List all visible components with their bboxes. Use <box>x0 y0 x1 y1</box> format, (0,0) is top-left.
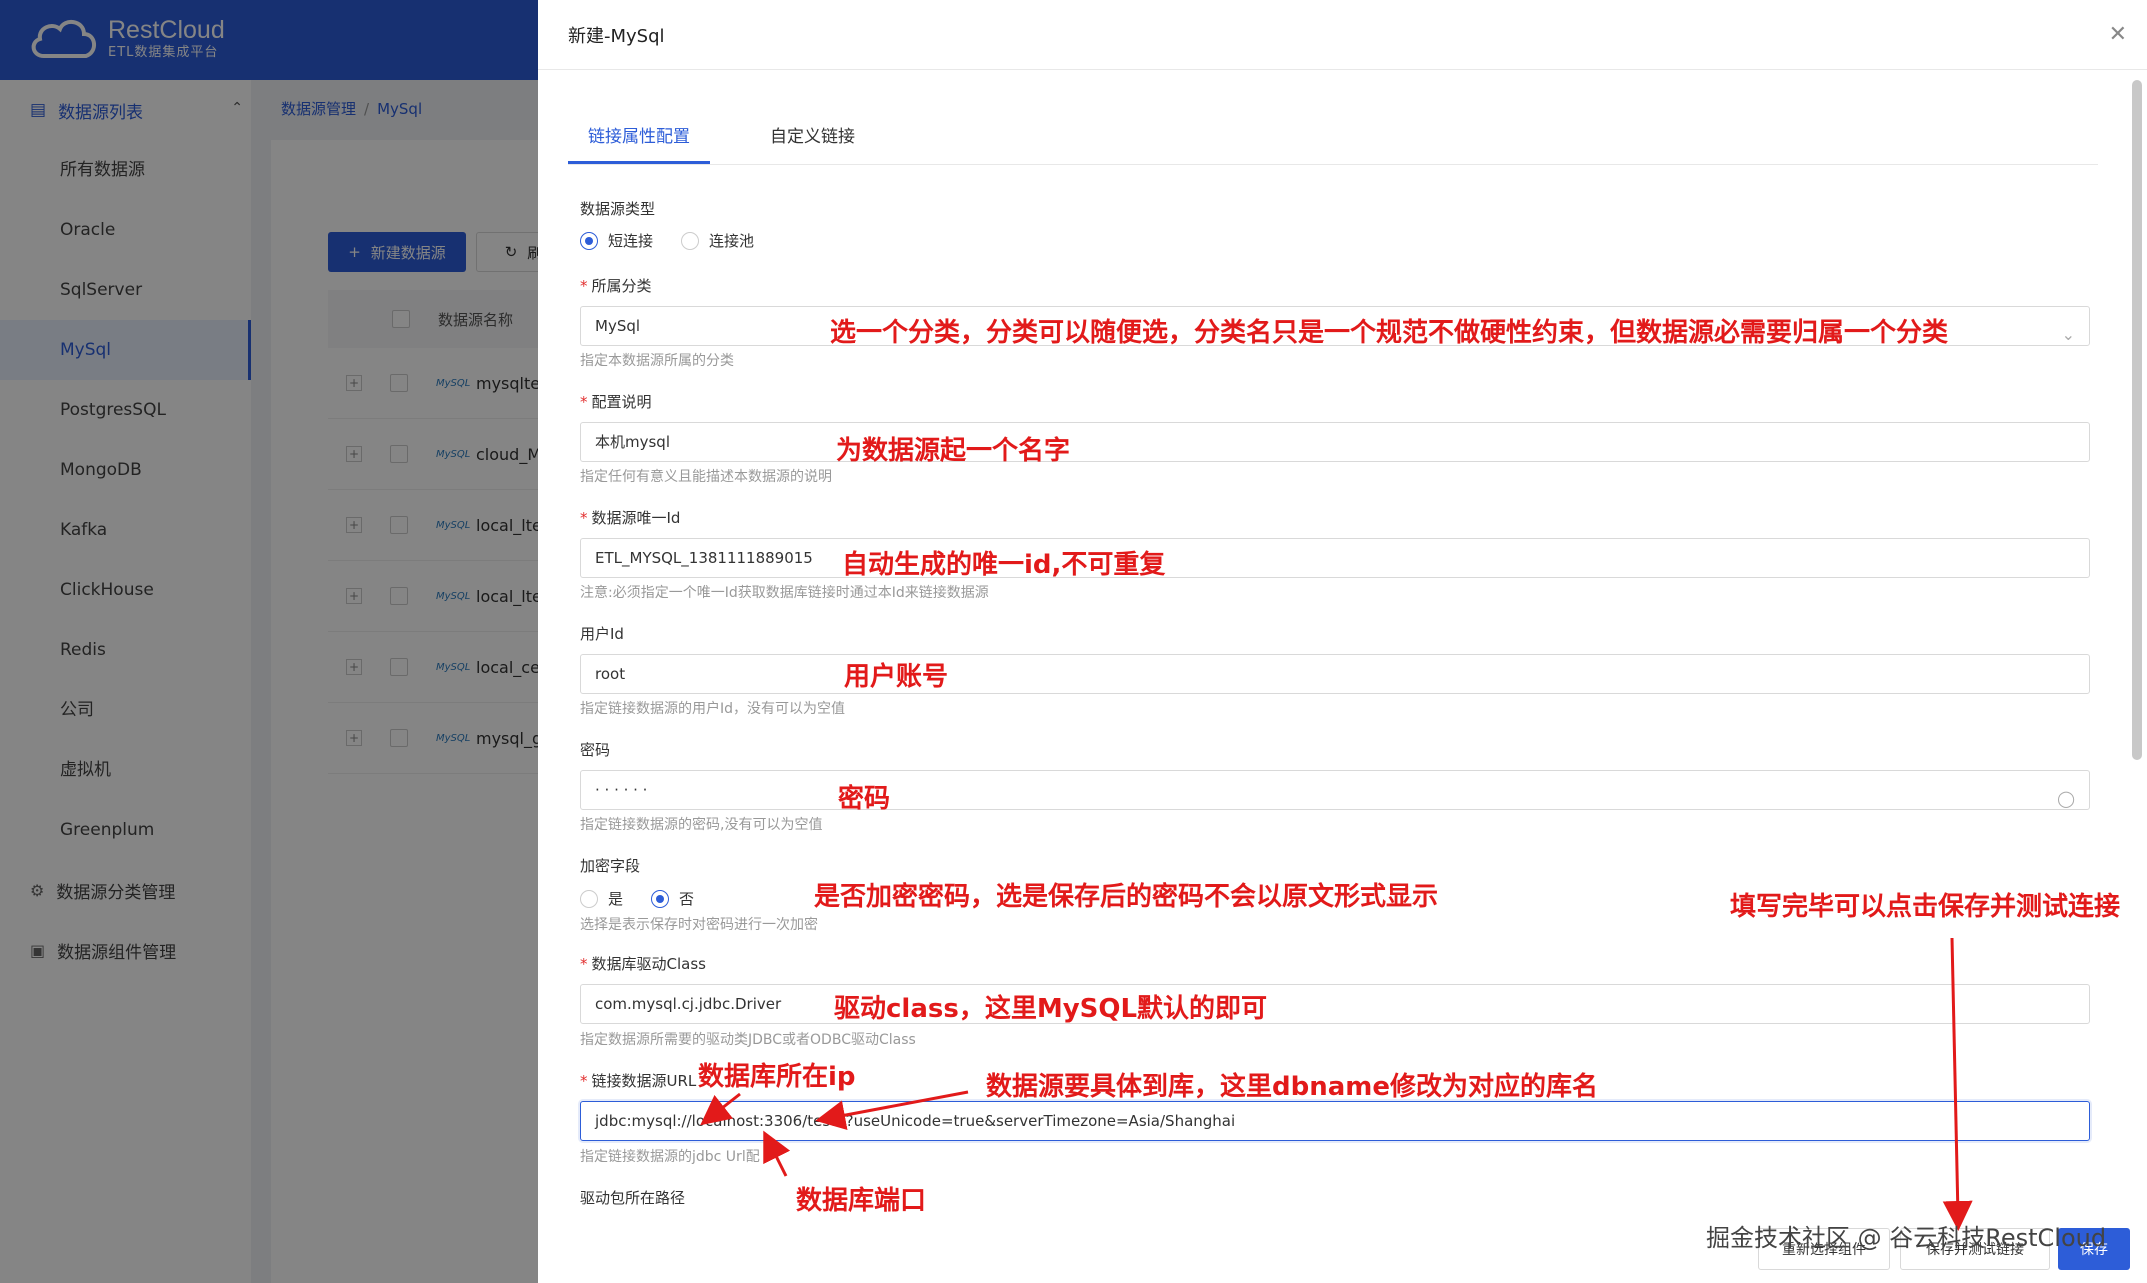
driver-help: 指定数据源所需要的驱动类JDBC或者ODBC驱动Class <box>580 1032 916 1048</box>
driver-label: * 数据库驱动Class <box>580 955 706 973</box>
encrypt-help: 选择是表示保存时对密码进行一次加密 <box>580 917 818 933</box>
desc-label: * 配置说明 <box>580 393 652 411</box>
type-label: 数据源类型 <box>580 200 656 218</box>
category-help: 指定本数据源所属的分类 <box>580 353 734 369</box>
annotation-user: 用户账号 <box>844 662 949 692</box>
url-label-text: 链接数据源URL <box>591 1072 697 1090</box>
radio-encrypt-yes[interactable] <box>580 889 598 908</box>
drawer-header: 新建-MySql ✕ <box>538 0 2147 70</box>
annotation-encrypt: 是否加密密码，选是保存后的密码不会以原文形式显示 <box>814 882 1439 912</box>
id-label-text: 数据源唯一Id <box>591 509 681 527</box>
id-input[interactable]: ETL_MYSQL_1381111889015 <box>580 538 2090 578</box>
password-input[interactable]: · · · · · · ◯ <box>580 770 2090 810</box>
annotation-ip: 数据库所在ip <box>698 1062 856 1092</box>
driver-label-text: 数据库驱动Class <box>591 955 706 973</box>
tab-connection-config[interactable]: 链接属性配置 <box>568 110 710 164</box>
type-radio-group: 短连接 连接池 <box>580 230 782 251</box>
password-help: 指定链接数据源的密码,没有可以为空值 <box>580 817 823 833</box>
annotation-category: 选一个分类，分类可以随便选，分类名只是一个规范不做硬性约束，但数据源必需要归属一… <box>830 318 1949 348</box>
radio-label: 否 <box>679 890 695 908</box>
chevron-down-icon: ⌄ <box>2061 325 2075 344</box>
radio-connection-pool[interactable] <box>681 231 700 250</box>
id-help: 注意:必须指定一个唯一Id获取数据库链接时通过本Id来链接数据源 <box>580 585 989 601</box>
annotation-desc: 为数据源起一个名字 <box>836 436 1071 466</box>
url-help: 指定链接数据源的jdbc Url配 <box>580 1149 760 1165</box>
jar-path-label: 驱动包所在路径 <box>580 1189 686 1207</box>
radio-short-connection[interactable] <box>580 231 598 250</box>
radio-label: 是 <box>608 890 624 908</box>
eye-hidden-icon[interactable]: ◯ <box>2057 780 2075 818</box>
tab-custom-link[interactable]: 自定义链接 <box>750 110 875 164</box>
annotation-dbname: 数据源要具体到库，这里dbname修改为对应的库名 <box>986 1072 1599 1102</box>
id-label: * 数据源唯一Id <box>580 509 681 527</box>
user-label: 用户Id <box>580 625 624 643</box>
radio-encrypt-no[interactable] <box>651 889 670 908</box>
url-input[interactable]: jdbc:mysql://localhost:3306/test1?useUni… <box>580 1101 2090 1141</box>
password-value: · · · · · · <box>595 781 648 799</box>
category-label-text: 所属分类 <box>591 277 652 295</box>
category-label: * 所属分类 <box>580 277 652 295</box>
encrypt-label: 加密字段 <box>580 857 641 875</box>
annotation-port: 数据库端口 <box>796 1186 927 1216</box>
driver-input[interactable]: com.mysql.cj.jdbc.Driver <box>580 984 2090 1024</box>
desc-label-text: 配置说明 <box>591 393 652 411</box>
url-label: * 链接数据源URL <box>580 1072 697 1090</box>
drawer-tabs: 链接属性配置 自定义链接 <box>568 110 2098 165</box>
watermark: 掘金技术社区 @ 谷云科技RestCloud <box>1706 1224 2107 1252</box>
drawer-scrollbar[interactable] <box>2132 80 2142 760</box>
encrypt-radio-group: 是 否 <box>580 888 722 909</box>
radio-label: 连接池 <box>709 232 755 250</box>
desc-input[interactable]: 本机mysql <box>580 422 2090 462</box>
annotation-password: 密码 <box>838 784 891 814</box>
password-label: 密码 <box>580 741 611 759</box>
close-icon[interactable]: ✕ <box>2109 22 2127 47</box>
annotation-driver: 驱动class，这里MySQL默认的即可 <box>834 994 1268 1024</box>
radio-label: 短连接 <box>608 232 654 250</box>
category-value: MySql <box>595 317 641 335</box>
user-help: 指定链接数据源的用户Id，没有可以为空值 <box>580 701 846 717</box>
user-input[interactable]: root <box>580 654 2090 694</box>
annotation-save-hint: 填写完毕可以点击保存并测试连接 <box>1730 892 2121 922</box>
drawer-title: 新建-MySql <box>568 25 665 47</box>
desc-help: 指定任何有意义且能描述本数据源的说明 <box>580 469 832 485</box>
annotation-id: 自动生成的唯一id,不可重复 <box>842 550 1166 580</box>
